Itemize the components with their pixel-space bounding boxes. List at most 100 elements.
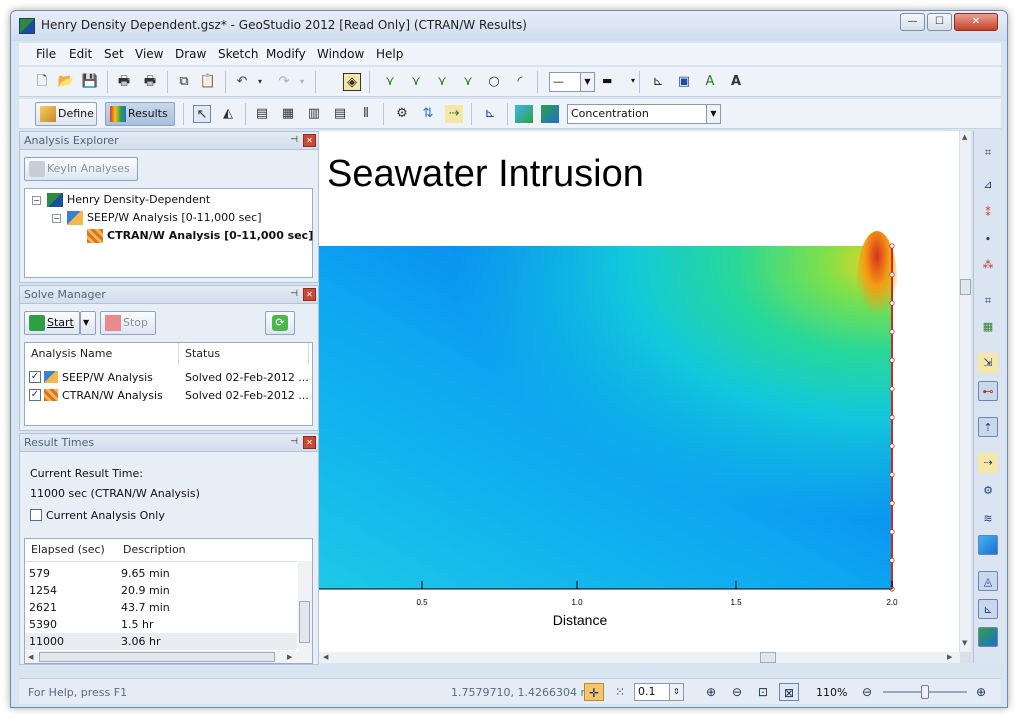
draw-boundary-icon[interactable]: ⊷ [978,381,998,401]
column-header-elapsed[interactable]: Elapsed (sec) [25,539,117,561]
sketch-arc-icon[interactable]: ◜ [511,73,529,91]
draw-streamline-icon[interactable]: ⇡ [978,417,998,437]
paste-icon[interactable]: 📋 [199,73,217,91]
sketch-curve-icon[interactable]: ⋎ [433,73,451,91]
pin-icon[interactable]: ⊣ [288,134,300,146]
copy-icon[interactable]: ⧉ [175,73,193,91]
menu-view[interactable]: View [135,47,163,61]
table-row[interactable]: 1254 20.9 min [25,582,297,599]
table-row[interactable]: 579 9.65 min [25,565,297,582]
save-icon[interactable]: 💾 [81,73,99,91]
view-report-icon[interactable]: ▤ [331,105,349,123]
pin-icon[interactable]: ⊣ [288,436,300,448]
print-preview-icon[interactable]: 🖶 [141,73,159,91]
contour-parameter-select[interactable]: Concentration ▼ [567,104,721,124]
collapse-icon[interactable]: − [52,214,61,223]
draw-contours-icon[interactable]: ⚙ [393,105,411,123]
print-icon[interactable]: 🖶 [115,73,133,91]
view-info-icon[interactable]: ▤ [253,105,271,123]
refresh-button[interactable]: ⟳ [265,311,295,335]
view-axes-icon[interactable]: ⊾ [978,599,998,619]
menu-window[interactable]: Window [317,47,364,61]
sketch-arrow-icon[interactable]: ⋎ [459,73,477,91]
close-icon[interactable]: ✕ [303,436,316,449]
label-text-icon[interactable]: A [727,73,745,91]
scroll-thumb[interactable] [39,652,275,662]
zoom-objects-icon[interactable]: ⊠ [779,683,799,701]
canvas-horizontal-scrollbar[interactable]: ◀ ▶ [319,652,960,663]
zoom-in-icon[interactable]: ⊕ [701,683,721,701]
menu-file[interactable]: File [36,47,56,61]
table-row[interactable]: 5390 1.5 hr [25,616,297,633]
scroll-right-icon[interactable]: ▶ [947,653,952,661]
line-weight-select[interactable]: ▬ ▾ [599,72,635,92]
grid-spacing-field[interactable]: 0.1 ⇕ [634,683,684,701]
sketch-text-icon[interactable]: A [701,73,719,91]
draw-graph-icon[interactable]: ⊿ [978,175,998,195]
open-folder-icon[interactable]: 📂 [57,73,75,91]
boundary-condition-icon[interactable]: ⇲ [978,353,998,373]
close-icon[interactable]: ✕ [303,134,316,147]
view-picture-icon[interactable] [978,627,998,647]
sketch-circle-icon[interactable]: ○ [485,73,503,91]
draw-vectors-icon[interactable]: ⇅ [419,105,437,123]
drawing-page[interactable]: Seawater Intrusion 0.5 1.0 1.5 2.0 Dista… [319,131,959,652]
horizontal-scrollbar[interactable]: ◀ ▶ [25,651,298,663]
menu-help[interactable]: Help [376,47,403,61]
mesh-icon[interactable]: ⌗ [978,291,998,311]
zoom-out-icon[interactable]: ⊖ [727,683,747,701]
scroll-thumb[interactable] [960,279,971,295]
grid-icon[interactable]: ▦ [978,317,998,337]
draw-flow-icon[interactable]: ≋ [978,509,998,529]
scroll-left-icon[interactable]: ◀ [28,653,33,661]
menu-set[interactable]: Set [104,47,124,61]
drawing-area[interactable]: Seawater Intrusion 0.5 1.0 1.5 2.0 Dista… [319,131,971,663]
table-row[interactable]: 11000 3.06 hr [25,633,297,650]
view-flux-section-icon[interactable]: ⫴ [357,105,375,123]
view-region-icon[interactable]: ◬ [978,571,998,591]
define-mode-button[interactable]: Define [35,102,97,126]
draw-contour-labels-icon[interactable]: ⁑ [978,203,998,223]
redo-dropdown-icon[interactable]: ▾ [293,73,311,91]
tree-item-project[interactable]: Henry Density-Dependent [67,193,210,206]
draw-flux-sections-icon[interactable]: ⌗ [978,143,998,163]
ctranw-checkbox[interactable]: ✓ [29,389,41,401]
show-grid-icon[interactable]: ⁙ [610,683,630,701]
start-button[interactable]: Start [24,311,80,335]
menu-sketch[interactable]: Sketch [218,47,258,61]
view-table-icon[interactable]: ▦ [279,105,297,123]
close-icon[interactable]: ✕ [303,288,316,301]
scroll-right-icon[interactable]: ▶ [287,653,292,661]
draw-contours-icon[interactable] [978,535,998,555]
draw-node-labels-icon[interactable]: ⁂ [978,255,998,275]
scroll-thumb[interactable] [299,601,310,643]
zoom-slider-thumb[interactable] [921,685,929,699]
collapse-icon[interactable]: − [32,196,41,205]
undo-dropdown-icon[interactable]: ▾ [251,73,269,91]
zoom-page-icon[interactable]: ⊡ [753,683,773,701]
sketch-polyline-icon[interactable]: ⋎ [407,73,425,91]
maximize-button[interactable]: ☐ [927,13,952,31]
select-region-icon[interactable]: ◭ [219,105,237,123]
line-style-select[interactable]: — ▼ [549,72,595,92]
sketch-axes-icon[interactable]: ⊾ [649,73,667,91]
spinner-icon[interactable]: ⇕ [669,684,683,700]
draw-path-icon[interactable]: ⚙ [978,481,998,501]
close-button[interactable]: ✕ [954,13,998,31]
column-header-analysis-name[interactable]: Analysis Name [25,343,179,365]
results-mode-button[interactable]: Results [105,102,175,126]
draw-graph-icon[interactable]: ⊾ [481,105,499,123]
start-dropdown-button[interactable]: ▼ [80,311,96,335]
redo-icon[interactable]: ↷ [275,73,293,91]
zoom-increase-icon[interactable]: ⊕ [971,683,991,701]
current-analysis-only-checkbox[interactable] [30,509,42,521]
view-properties-icon[interactable]: ▥ [305,105,323,123]
tree-item-seepw[interactable]: SEEP/W Analysis [0-11,000 sec] [87,211,262,224]
seepw-checkbox[interactable]: ✓ [29,371,41,383]
draw-flux-icon[interactable]: ⇢ [445,105,463,123]
stop-button[interactable]: Stop [100,311,156,335]
scroll-up-icon[interactable]: ▲ [962,133,967,141]
sketch-line-icon[interactable]: ⋎ [381,73,399,91]
scroll-left-icon[interactable]: ◀ [323,653,328,661]
tree-item-ctranw[interactable]: CTRAN/W Analysis [0-11,000 sec] [107,229,313,242]
